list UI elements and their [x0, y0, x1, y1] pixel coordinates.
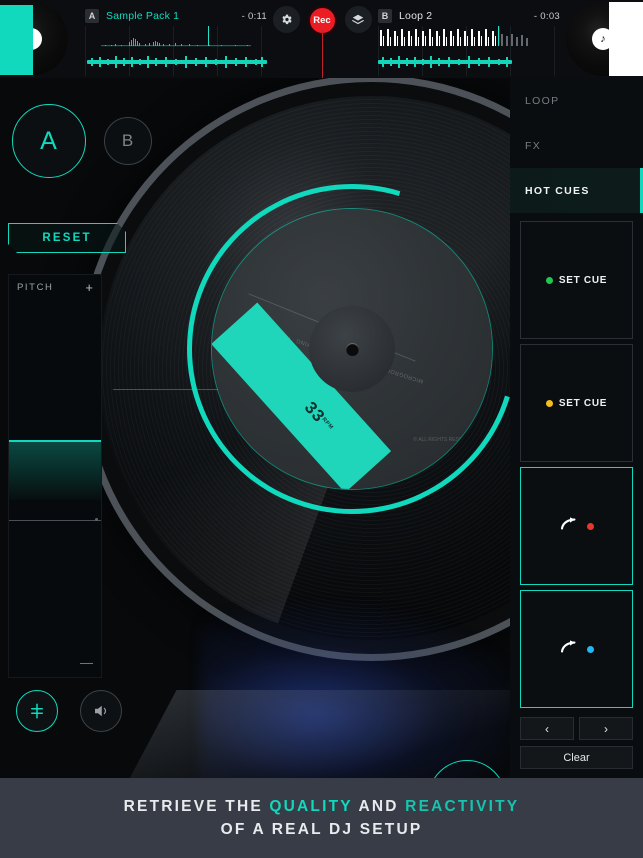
deck-a-sleeve-cover[interactable]: [0, 5, 33, 75]
tab-fx[interactable]: FX: [510, 123, 643, 168]
deck-a-remaining-time: - 0:11: [242, 11, 267, 22]
pitch-header: PITCH +: [9, 275, 101, 299]
hot-cue-pad-4[interactable]: [520, 590, 633, 708]
vinyl-label: MICROGROOVE · 33⅓ RPM · LONG PLAYING · H…: [212, 209, 492, 489]
pitch-fader-fill[interactable]: [9, 440, 101, 500]
banner-text-a: RETRIEVE THE: [124, 798, 270, 815]
hot-cue-pad-list: SET CUE SET CUE: [510, 213, 643, 708]
deck-a-overview-wave: [85, 26, 267, 50]
jump-arrow-icon: [559, 516, 581, 537]
cue-color-dot-green-icon: [546, 277, 553, 284]
header-bar: ♪ ♪ A Sample Pack 1 - 0:11: [0, 0, 643, 78]
next-page-button[interactable]: ›: [579, 717, 633, 740]
deck-b-info-row: B Loop 2 - 0:03: [378, 8, 560, 24]
reset-button[interactable]: RESET: [8, 223, 126, 253]
deck-b-badge: B: [378, 9, 392, 23]
deck-select-a-button[interactable]: A: [12, 104, 86, 178]
deck-a-waveform[interactable]: [85, 26, 267, 76]
banner-line-2: OF A REAL DJ SETUP: [221, 821, 423, 839]
deck-b-track-strip[interactable]: B Loop 2 - 0:03: [378, 0, 560, 78]
vinyl-label-copyright: © ALL RIGHTS RESERVED: [413, 437, 476, 443]
marketing-banner: RETRIEVE THE QUALITY AND REACTIVITY OF A…: [0, 778, 643, 858]
hot-cue-pad-1-label: SET CUE: [559, 275, 607, 286]
pitch-label: PITCH: [17, 282, 54, 293]
master-playhead: [322, 30, 323, 78]
pitch-zero-line: [9, 520, 101, 521]
hot-cue-pad-2[interactable]: SET CUE: [520, 344, 633, 462]
speaker-icon[interactable]: [80, 690, 122, 732]
deck-b-sleeve-cover[interactable]: [609, 2, 643, 76]
deck-a-button-row: [16, 690, 122, 732]
performance-pads-panel: LOOP FX HOT CUES SET CUE SET CUE: [510, 78, 643, 778]
pad-page-nav: ‹ ›: [510, 713, 643, 740]
deck-b-track-title: Loop 2: [399, 10, 432, 22]
pitch-zero-dot: [95, 518, 98, 521]
deck-a-controls-panel: A B RESET PITCH + —: [0, 78, 205, 778]
pitch-increase-icon[interactable]: +: [85, 281, 93, 294]
deck-selector-group: A B: [12, 104, 152, 178]
banner-highlight-reactivity: REACTIVITY: [405, 798, 519, 815]
disc-logo-icon: ◉: [447, 451, 460, 469]
hot-cue-pad-1[interactable]: SET CUE: [520, 221, 633, 339]
clear-button[interactable]: Clear: [520, 746, 633, 769]
hot-cue-pad-2-label: SET CUE: [559, 398, 607, 409]
banner-highlight-quality: QUALITY: [269, 798, 352, 815]
spindle-hole: [346, 343, 359, 356]
deck-b-overview-wave: [378, 26, 560, 50]
jump-arrow-icon: [559, 639, 581, 660]
deck-select-b-button[interactable]: B: [104, 117, 152, 165]
deck-b-detail-wave: [378, 54, 560, 70]
cue-color-dot-blue-icon: [587, 646, 594, 653]
sync-icon[interactable]: [16, 690, 58, 732]
deck-b-waveform[interactable]: [378, 26, 560, 76]
pitch-fader[interactable]: PITCH + —: [8, 274, 102, 678]
layers-icon[interactable]: [345, 6, 372, 33]
prev-page-button[interactable]: ‹: [520, 717, 574, 740]
deck-b-remaining-time: - 0:03: [534, 11, 560, 22]
gear-icon[interactable]: [273, 6, 300, 33]
deck-a-badge: A: [85, 9, 99, 23]
cue-color-dot-yellow-icon: [546, 400, 553, 407]
pitch-decrease-icon[interactable]: —: [80, 656, 93, 669]
tab-loop[interactable]: LOOP: [510, 78, 643, 123]
banner-text-b: AND: [353, 798, 406, 815]
tab-hot-cues[interactable]: HOT CUES: [510, 168, 643, 213]
spindle: [309, 306, 395, 392]
banner-line-1: RETRIEVE THE QUALITY AND REACTIVITY: [124, 798, 520, 816]
deck-a-detail-wave: [85, 54, 267, 70]
cue-color-dot-red-icon: [587, 523, 594, 530]
deck-a-info-row: A Sample Pack 1 - 0:11: [85, 8, 267, 24]
dj-app-screen: MICROGROOVE · 33⅓ RPM · LONG PLAYING · H…: [0, 0, 643, 858]
deck-a-track-strip[interactable]: A Sample Pack 1 - 0:11: [85, 0, 267, 78]
deck-a-track-title: Sample Pack 1: [106, 10, 179, 22]
hot-cue-pad-3[interactable]: [520, 467, 633, 585]
